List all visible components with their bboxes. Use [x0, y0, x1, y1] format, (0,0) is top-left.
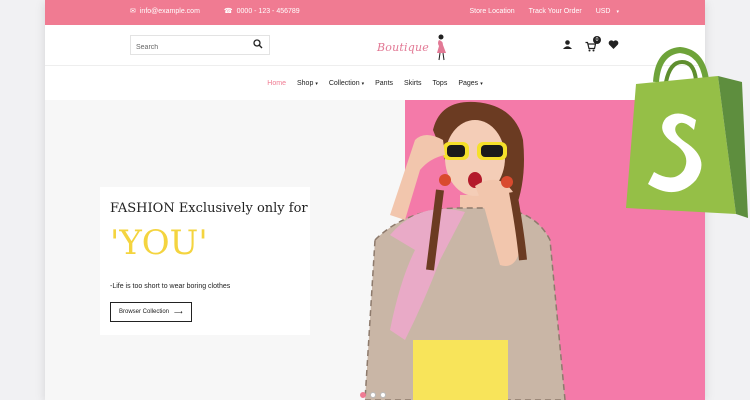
browser-frame: ✉ info@example.com ☎ 0000 - 123 - 456789…: [45, 0, 705, 400]
shopify-bag-icon: [626, 46, 748, 218]
header-actions: 0: [562, 36, 619, 52]
slider-dot-2[interactable]: [370, 392, 376, 398]
track-order-link[interactable]: Track Your Order: [529, 8, 582, 15]
nav-item-shop[interactable]: Shop ▾: [297, 80, 318, 87]
topbar-phone[interactable]: ☎ 0000 - 123 - 456789: [224, 8, 300, 15]
main-nav: Home Shop ▾ Collection ▾ Pants Skirts Tops…: [45, 66, 705, 101]
chevron-down-icon: ▾: [315, 80, 318, 87]
site-logo[interactable]: Boutique: [370, 31, 450, 61]
mail-icon: ✉: [130, 8, 136, 15]
topbar-contacts: ✉ info@example.com ☎ 0000 - 123 - 456789: [130, 8, 300, 15]
search-input[interactable]: [131, 39, 246, 56]
nav-label: Skirts: [404, 79, 422, 87]
nav-label: Pants: [375, 79, 394, 87]
hero-promo-box: FASHION Exclusively only for 'YOU' -Life…: [100, 187, 310, 335]
search-icon[interactable]: [253, 39, 263, 49]
slider-dot-3[interactable]: [380, 392, 386, 398]
logo-text: Boutique: [377, 41, 429, 54]
arrow-right-icon: ⟶: [174, 309, 183, 316]
currency-select[interactable]: USD ▾: [596, 8, 619, 15]
browse-collection-button[interactable]: Browser Collection ⟶: [110, 302, 192, 322]
nav-item-collection[interactable]: Collection ▾: [329, 80, 364, 87]
nav-label: Pages: [458, 79, 479, 87]
email-text: info@example.com: [139, 8, 200, 15]
nav-label: Tops: [432, 79, 448, 87]
nav-label: Shop: [296, 79, 314, 87]
hero-title: FASHION Exclusively only for: [110, 201, 308, 216]
nav-item-skirts[interactable]: Skirts: [404, 80, 422, 87]
search-box: [130, 35, 270, 56]
phone-text: 0000 - 123 - 456789: [236, 8, 300, 15]
button-label: Browser Collection: [119, 309, 170, 315]
top-bar: ✉ info@example.com ☎ 0000 - 123 - 456789…: [45, 0, 705, 25]
user-icon[interactable]: [562, 39, 573, 50]
slider-dot-1[interactable]: [360, 392, 366, 398]
nav-item-home[interactable]: Home: [267, 80, 286, 87]
nav-label: Home: [267, 79, 286, 87]
currency-value: USD: [595, 8, 611, 15]
topbar-links: Store Location Track Your Order USD ▾: [470, 8, 620, 15]
hero-big-title: 'YOU': [110, 223, 208, 263]
store-location-link[interactable]: Store Location: [470, 8, 515, 15]
cart-button[interactable]: 0: [585, 36, 601, 52]
logo-figure-icon: [437, 34, 446, 61]
nav-item-pages[interactable]: Pages ▾: [458, 80, 482, 87]
nav-label: Collection: [328, 79, 360, 87]
phone-icon: ☎: [223, 8, 233, 15]
topbar-email[interactable]: ✉ info@example.com: [130, 8, 200, 15]
chevron-down-icon: ▾: [616, 8, 619, 15]
chevron-down-icon: ▾: [480, 80, 483, 87]
site-header: Boutique 0: [45, 25, 705, 66]
slider-pagination: [360, 392, 386, 398]
nav-item-pants[interactable]: Pants: [375, 80, 393, 87]
cart-count-badge: 0: [593, 36, 601, 44]
hero-subtitle: -Life is too short to wear boring clothe…: [110, 283, 231, 290]
hero-slider[interactable]: FASHION Exclusively only for 'YOU' -Life…: [45, 100, 705, 400]
nav-item-tops[interactable]: Tops: [433, 80, 448, 87]
chevron-down-icon: ▾: [361, 80, 365, 87]
